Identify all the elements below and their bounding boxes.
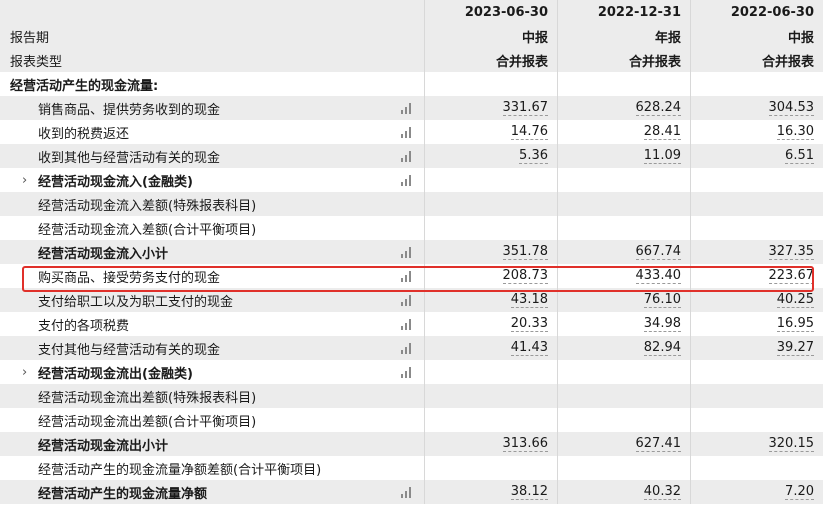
header-date-row: 2023-06-30 2022-12-31 2022-06-30 [0,0,823,24]
section-title: 经营活动产生的现金流量: [0,72,388,96]
table-row: 经营活动现金流出差额(特殊报表科目) [0,384,823,408]
table-row[interactable]: › 经营活动现金流入(金融类) [0,168,823,192]
section-title-row: 经营活动产生的现金流量: [0,72,823,96]
table-row: 支付给职工以及为职工支付的现金 43.18 76.10 40.25 [0,288,823,312]
bar-chart-icon[interactable] [388,264,424,288]
bar-chart-icon[interactable] [388,120,424,144]
date-col-2[interactable]: 2022-12-31 [557,0,690,24]
table-row[interactable]: › 经营活动现金流出(金融类) [0,360,823,384]
table-row: 收到的税费返还 14.76 28.41 16.30 [0,120,823,144]
table-row: 经营活动产生的现金流量净额差额(合计平衡项目) [0,456,823,480]
table-row: 销售商品、提供劳务收到的现金 331.67 628.24 304.53 [0,96,823,120]
bar-chart-icon[interactable] [388,168,424,192]
bar-chart-icon[interactable] [388,480,424,504]
table-row: 支付其他与经营活动有关的现金 41.43 82.94 39.27 [0,336,823,360]
bar-chart-icon[interactable] [388,144,424,168]
bar-chart-icon[interactable] [388,96,424,120]
report-period-label: 报告期 [0,24,388,48]
bar-chart-icon[interactable] [388,336,424,360]
chevron-right-icon[interactable]: › [22,173,38,188]
bar-chart-icon[interactable] [388,360,424,384]
chevron-right-icon[interactable]: › [22,365,38,380]
table-row: 经营活动现金流出差额(合计平衡项目) [0,408,823,432]
bar-chart-icon[interactable] [388,240,424,264]
table-row: 经营活动现金流入差额(特殊报表科目) [0,192,823,216]
table-row: 支付的各项税费 20.33 34.98 16.95 [0,312,823,336]
date-col-1[interactable]: 2023-06-30 [424,0,557,24]
table-row: 经营活动现金流入差额(合计平衡项目) [0,216,823,240]
date-col-3[interactable]: 2022-06-30 [690,0,823,24]
cash-flow-table: 2023-06-30 2022-12-31 2022-06-30 报告期 中报 … [0,0,823,504]
table-row-highlighted: 购买商品、接受劳务支付的现金 208.73 433.40 223.67 [0,264,823,288]
header-type-row: 报表类型 合并报表 合并报表 合并报表 [0,48,823,72]
table-row: 经营活动现金流入小计 351.78 667.74 327.35 [0,240,823,264]
bar-chart-icon[interactable] [388,312,424,336]
table-row: 收到其他与经营活动有关的现金 5.36 11.09 6.51 [0,144,823,168]
header-period-row: 报告期 中报 年报 中报 [0,24,823,48]
report-type-label: 报表类型 [0,48,388,72]
table-row: 经营活动产生的现金流量净额 38.12 40.32 7.20 [0,480,823,504]
bar-chart-icon[interactable] [388,288,424,312]
table-row: 经营活动现金流出小计 313.66 627.41 320.15 [0,432,823,456]
